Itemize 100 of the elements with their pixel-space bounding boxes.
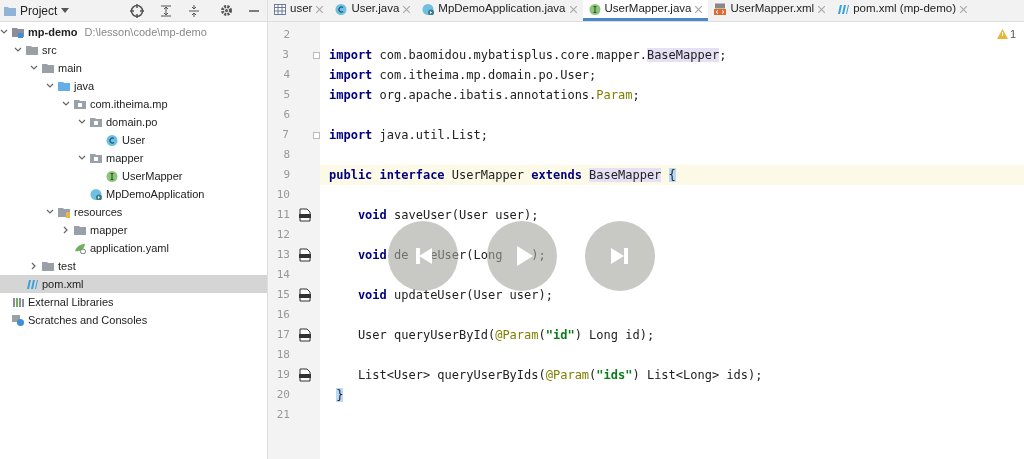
folder-icon xyxy=(4,5,16,16)
class-icon xyxy=(90,188,102,200)
xml-file-icon xyxy=(714,3,727,15)
tree-item-label[interactable]: java xyxy=(74,77,95,95)
tree-item-label[interactable]: Scratches and Consoles xyxy=(28,311,148,329)
tree-item-label[interactable]: mapper xyxy=(106,149,144,167)
line-number: 3 xyxy=(281,46,289,63)
line-number: 17 xyxy=(275,326,290,343)
line-number: 7 xyxy=(281,126,289,143)
tree-item-label[interactable]: main xyxy=(58,59,82,77)
code-line: User queryUserById(@Param("id") Long id); xyxy=(356,327,655,344)
xml-file-icon[interactable] xyxy=(299,328,311,342)
expanded-chevron-icon[interactable] xyxy=(0,28,8,36)
package-icon xyxy=(74,98,86,110)
settings-icon[interactable] xyxy=(220,4,233,17)
line-number: 14 xyxy=(275,266,290,283)
code-line: public interface UserMapper extends BaseMapper { xyxy=(329,167,676,184)
line-number: 18 xyxy=(275,346,290,363)
package-icon xyxy=(90,116,102,128)
expanded-chevron-icon[interactable] xyxy=(46,208,54,216)
class-icon xyxy=(335,3,348,15)
folder-icon xyxy=(42,62,54,74)
line-number: 8 xyxy=(282,146,290,163)
expanded-chevron-icon[interactable] xyxy=(14,46,22,54)
tree-item-label[interactable]: MpDemoApplication xyxy=(106,185,205,203)
folder-icon xyxy=(58,206,70,218)
selected-tree-row[interactable]: pom.xml xyxy=(0,275,267,293)
line-number: 16 xyxy=(275,306,290,323)
editor-tab[interactable]: user xyxy=(268,0,330,21)
code-line: void updateUser(User user); xyxy=(356,287,553,304)
line-number: 6 xyxy=(282,106,290,123)
folder-icon xyxy=(58,80,70,92)
package-icon xyxy=(90,152,102,164)
class-icon xyxy=(106,134,118,146)
xml-file-icon[interactable] xyxy=(299,288,311,302)
tree-item-label[interactable]: test xyxy=(58,257,76,275)
folder-icon xyxy=(42,260,54,272)
tree-item-label[interactable]: UserMapper xyxy=(122,167,183,185)
xml-file-icon[interactable] xyxy=(299,248,311,262)
tree-item-label[interactable]: User xyxy=(122,131,146,149)
code-line: import com.baomidou.mybatisplus.core.mapper.BaseMapper; xyxy=(329,47,727,64)
code-fragment: eUser(Long xyxy=(430,247,503,264)
editor-tab[interactable]: UserMapper.java xyxy=(582,0,709,21)
line-number: 21 xyxy=(275,406,290,423)
editor-tab[interactable]: pom.xml (mp-demo) xyxy=(831,0,974,21)
tree-item-label[interactable]: mapper xyxy=(90,221,128,239)
xml-file-icon[interactable] xyxy=(299,208,311,222)
collapsed-chevron-icon[interactable] xyxy=(30,262,38,270)
target-icon[interactable] xyxy=(130,3,144,18)
line-number: 20 xyxy=(275,386,290,403)
leaf-icon xyxy=(74,242,86,254)
tree-item-label[interactable]: pom.xml xyxy=(42,275,84,293)
tree-item-label[interactable]: com.itheima.mp xyxy=(90,95,168,113)
code-line: import com.itheima.mp.domain.po.User; xyxy=(329,67,597,84)
line-number: 9 xyxy=(282,166,290,183)
folder-icon xyxy=(26,44,38,56)
interface-icon xyxy=(106,170,118,182)
fold-marker[interactable] xyxy=(313,131,320,139)
line-number: 4 xyxy=(282,66,290,83)
expand-all-icon[interactable] xyxy=(160,4,172,17)
tree-item-label[interactable]: External Libraries xyxy=(28,293,114,311)
table-icon xyxy=(274,3,286,15)
code-fragment: void de xyxy=(356,247,409,264)
fold-marker[interactable] xyxy=(313,51,320,59)
minimize-icon[interactable] xyxy=(249,9,259,12)
line-number: 10 xyxy=(275,186,290,203)
code-line: import org.apache.ibatis.annotations.Param; xyxy=(329,87,640,104)
tree-item-label[interactable]: application.yaml xyxy=(90,239,169,257)
interface-icon xyxy=(588,3,601,15)
line-number: 12 xyxy=(275,226,290,243)
expanded-chevron-icon[interactable] xyxy=(46,82,54,90)
editor-tab[interactable]: UserMapper.xml xyxy=(708,0,832,21)
scratches-icon xyxy=(12,314,24,326)
folder-icon xyxy=(74,224,86,236)
code-fragment: ); xyxy=(531,247,546,264)
expanded-chevron-icon[interactable] xyxy=(30,64,38,72)
warning-count: 1 xyxy=(1009,27,1016,42)
tree-item-label[interactable]: mp-demo xyxy=(28,23,78,41)
code-line: List<User> queryUserByIds(@Param("ids") List<Long> ids); xyxy=(356,367,763,384)
tree-item-label[interactable]: domain.po xyxy=(106,113,158,131)
panel-title[interactable]: Project xyxy=(20,1,58,20)
tree-item-label[interactable]: resources xyxy=(74,203,123,221)
tree-item-label[interactable]: src xyxy=(42,41,57,59)
line-number: 19 xyxy=(275,366,290,383)
project-path: D:\lesson\code\mp-demo xyxy=(84,24,207,40)
line-number: 15 xyxy=(275,286,290,303)
expanded-chevron-icon[interactable] xyxy=(62,100,70,108)
dropdown-icon[interactable] xyxy=(61,7,70,14)
editor-tab[interactable]: MpDemoApplication.java xyxy=(416,0,583,21)
line-number: 11 xyxy=(275,206,290,223)
expanded-chevron-icon[interactable] xyxy=(78,154,86,162)
collapse-all-icon[interactable] xyxy=(188,4,200,17)
class-icon xyxy=(422,3,435,15)
editor-tab[interactable]: User.java xyxy=(329,0,417,21)
line-number: 13 xyxy=(275,246,290,263)
xml-file-icon[interactable] xyxy=(299,368,311,382)
expanded-chevron-icon[interactable] xyxy=(78,118,86,126)
code-line: import java.util.List; xyxy=(329,127,488,144)
line-number: 2 xyxy=(282,26,290,43)
collapsed-chevron-icon[interactable] xyxy=(62,226,70,234)
